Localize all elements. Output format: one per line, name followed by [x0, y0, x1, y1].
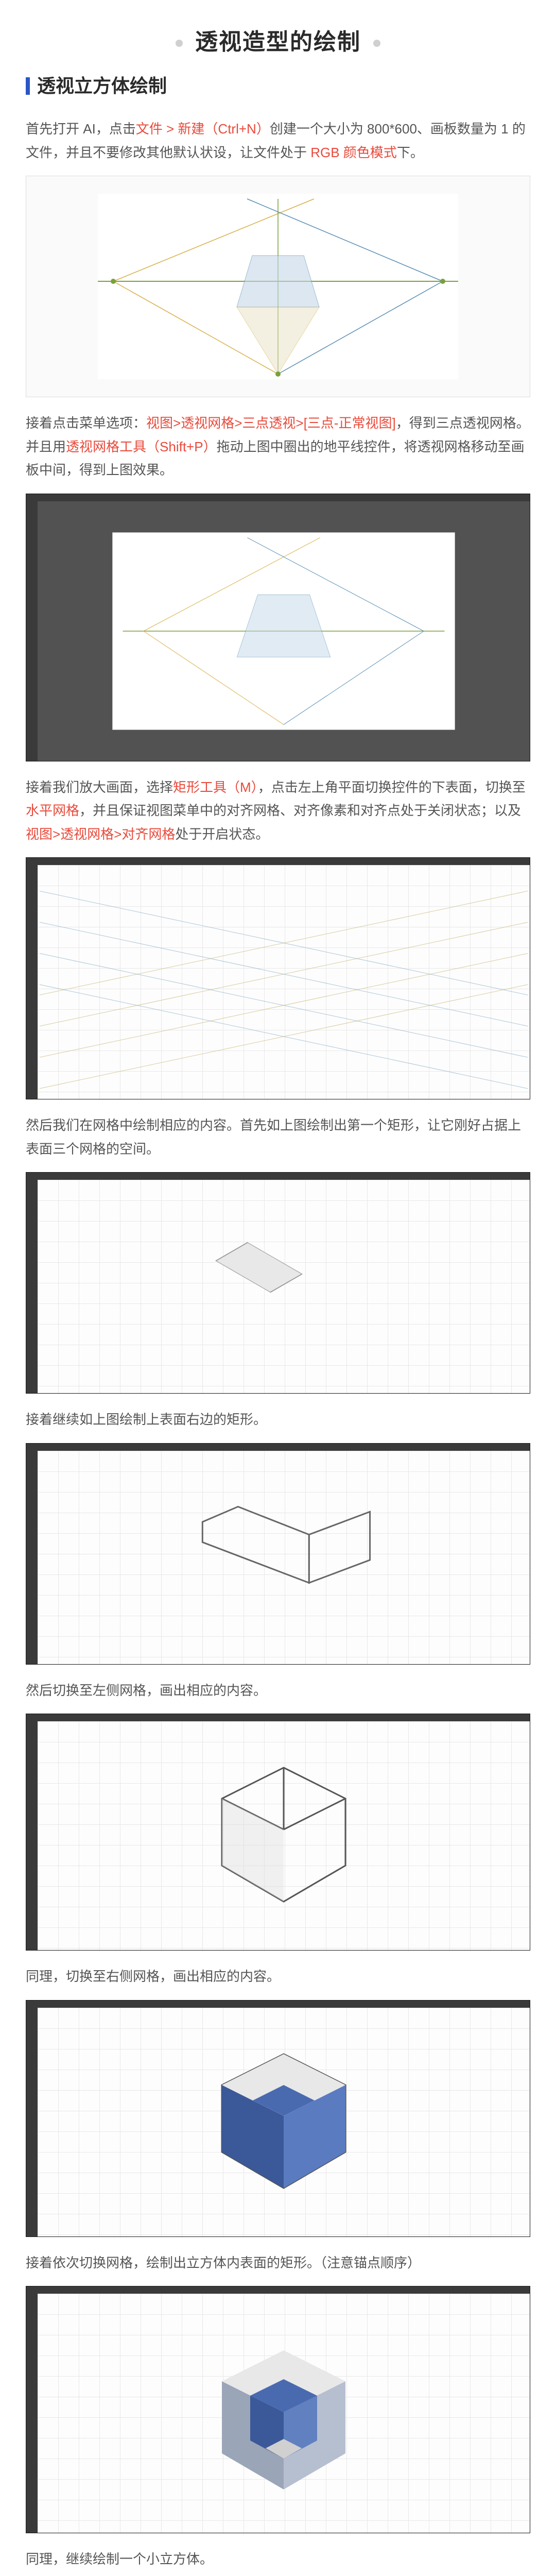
- main-title: 透视造型的绘制: [0, 0, 556, 77]
- step-5-text: 接着继续如上图绘制上表面右边的矩形。: [0, 1399, 556, 1443]
- text-fragment: 接着我们放大画面，选择: [26, 779, 173, 795]
- text-fragment: 视图>透视网格>对齐网格: [26, 826, 175, 842]
- step-9-text: 同理，继续绘制一个小立方体。: [0, 2538, 556, 2576]
- figure-left-face: [26, 1714, 530, 1951]
- text-fragment: 同理，继续绘制一个小立方体。: [26, 2551, 213, 2567]
- step-4-text: 然后我们在网格中绘制相应的内容。首先如上图绘制出第一个矩形，让它刚好占据上表面三…: [0, 1105, 556, 1172]
- text-fragment: 首先打开 AI，点击: [26, 121, 136, 137]
- step-3-text: 接着我们放大画面，选择矩形工具（M），点击左上角平面切换控件的下表面，切换至水平…: [0, 767, 556, 858]
- step-7-text: 同理，切换至右侧网格，画出相应的内容。: [0, 1956, 556, 2000]
- step-8-text: 接着依次切换网格，绘制出立方体内表面的矩形。（注意锚点顺序）: [0, 2242, 556, 2286]
- figure-perspective-grid: [26, 176, 530, 397]
- text-fragment: 处于开启状态。: [175, 826, 269, 842]
- text-fragment: 然后我们在网格中绘制相应的内容。首先如上图绘制出第一个矩形，让它刚好占据上表面三…: [26, 1117, 521, 1157]
- text-fragment: ，点击左上角平面切换控件的下表面，切换至: [258, 779, 526, 795]
- text-fragment: 接着依次切换网格，绘制出立方体内表面的矩形。（注意锚点顺序）: [26, 2255, 421, 2270]
- figure-ai-screenshot-grid: [26, 494, 530, 761]
- text-fragment: 然后切换至左侧网格，画出相应的内容。: [26, 1683, 267, 1698]
- text-fragment: RGB 颜色模式: [310, 145, 397, 160]
- text-fragment: 同理，切换至右侧网格，画出相应的内容。: [26, 1969, 280, 1984]
- step-1-text: 首先打开 AI，点击文件 > 新建（Ctrl+N）创建一个大小为 800*600…: [0, 108, 556, 176]
- text-fragment: 下。: [397, 145, 424, 160]
- step-2-text: 接着点击菜单选项：视图>透视网格>三点透视>[三点-正常视图]，得到三点透视网格…: [0, 402, 556, 494]
- figure-top-rects: [26, 1443, 530, 1665]
- text-fragment: 矩形工具（M）: [173, 779, 258, 795]
- section-title-perspective-cube: 透视立方体绘制: [0, 77, 556, 108]
- text-fragment: ，并且保证视图菜单中的对齐网格、对齐像素和对齐点处于关闭状态；以及: [79, 803, 521, 818]
- text-fragment: 接着点击菜单选项：: [26, 415, 146, 431]
- figure-first-rect: [26, 1172, 530, 1394]
- text-fragment: 水平网格: [26, 803, 79, 818]
- figure-inner-faces: [26, 2286, 530, 2533]
- text-fragment: 文件 > 新建（Ctrl+N）: [136, 121, 270, 137]
- text-fragment: 视图>透视网格>三点透视>[三点-正常视图]: [146, 415, 396, 431]
- figure-zoomed-grid: [26, 857, 530, 1099]
- text-fragment: 接着继续如上图绘制上表面右边的矩形。: [26, 1412, 267, 1427]
- text-fragment: 透视网格工具（Shift+P）: [66, 439, 217, 454]
- step-6-text: 然后切换至左侧网格，画出相应的内容。: [0, 1670, 556, 1714]
- figure-both-faces: [26, 2000, 530, 2237]
